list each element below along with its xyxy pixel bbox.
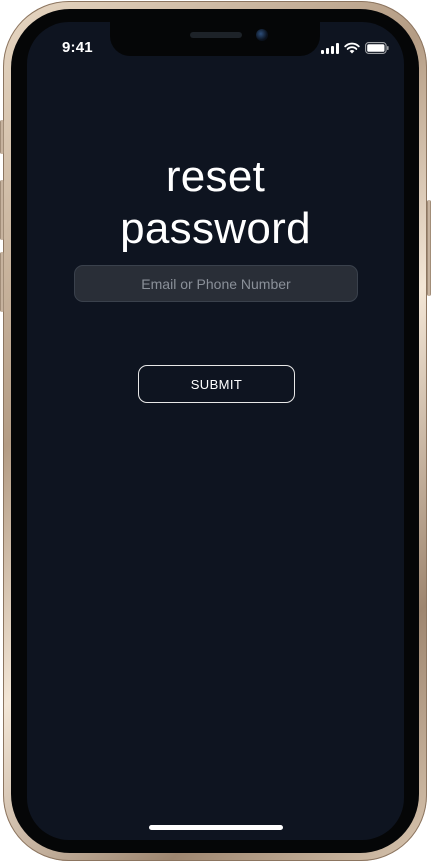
page-title-line-2: password	[120, 204, 311, 254]
volume-down-button	[0, 252, 4, 312]
status-icons	[321, 41, 389, 55]
cellular-signal-icon	[321, 42, 339, 54]
notch	[110, 22, 320, 56]
home-indicator[interactable]	[149, 825, 283, 830]
silent-switch	[0, 120, 4, 154]
front-camera-icon	[256, 29, 268, 41]
submit-button[interactable]: SUBMIT	[138, 365, 295, 403]
page-title: reset password	[0, 151, 431, 255]
status-time: 9:41	[62, 39, 93, 56]
page-title-line-1: reset	[165, 152, 266, 202]
battery-icon	[365, 42, 389, 54]
device-mockup: 9:41 reset password SUBMIT	[0, 0, 431, 864]
email-or-phone-input[interactable]	[74, 265, 358, 302]
wifi-icon	[344, 42, 360, 54]
earpiece-speaker	[190, 32, 242, 38]
app-screen	[27, 22, 404, 840]
